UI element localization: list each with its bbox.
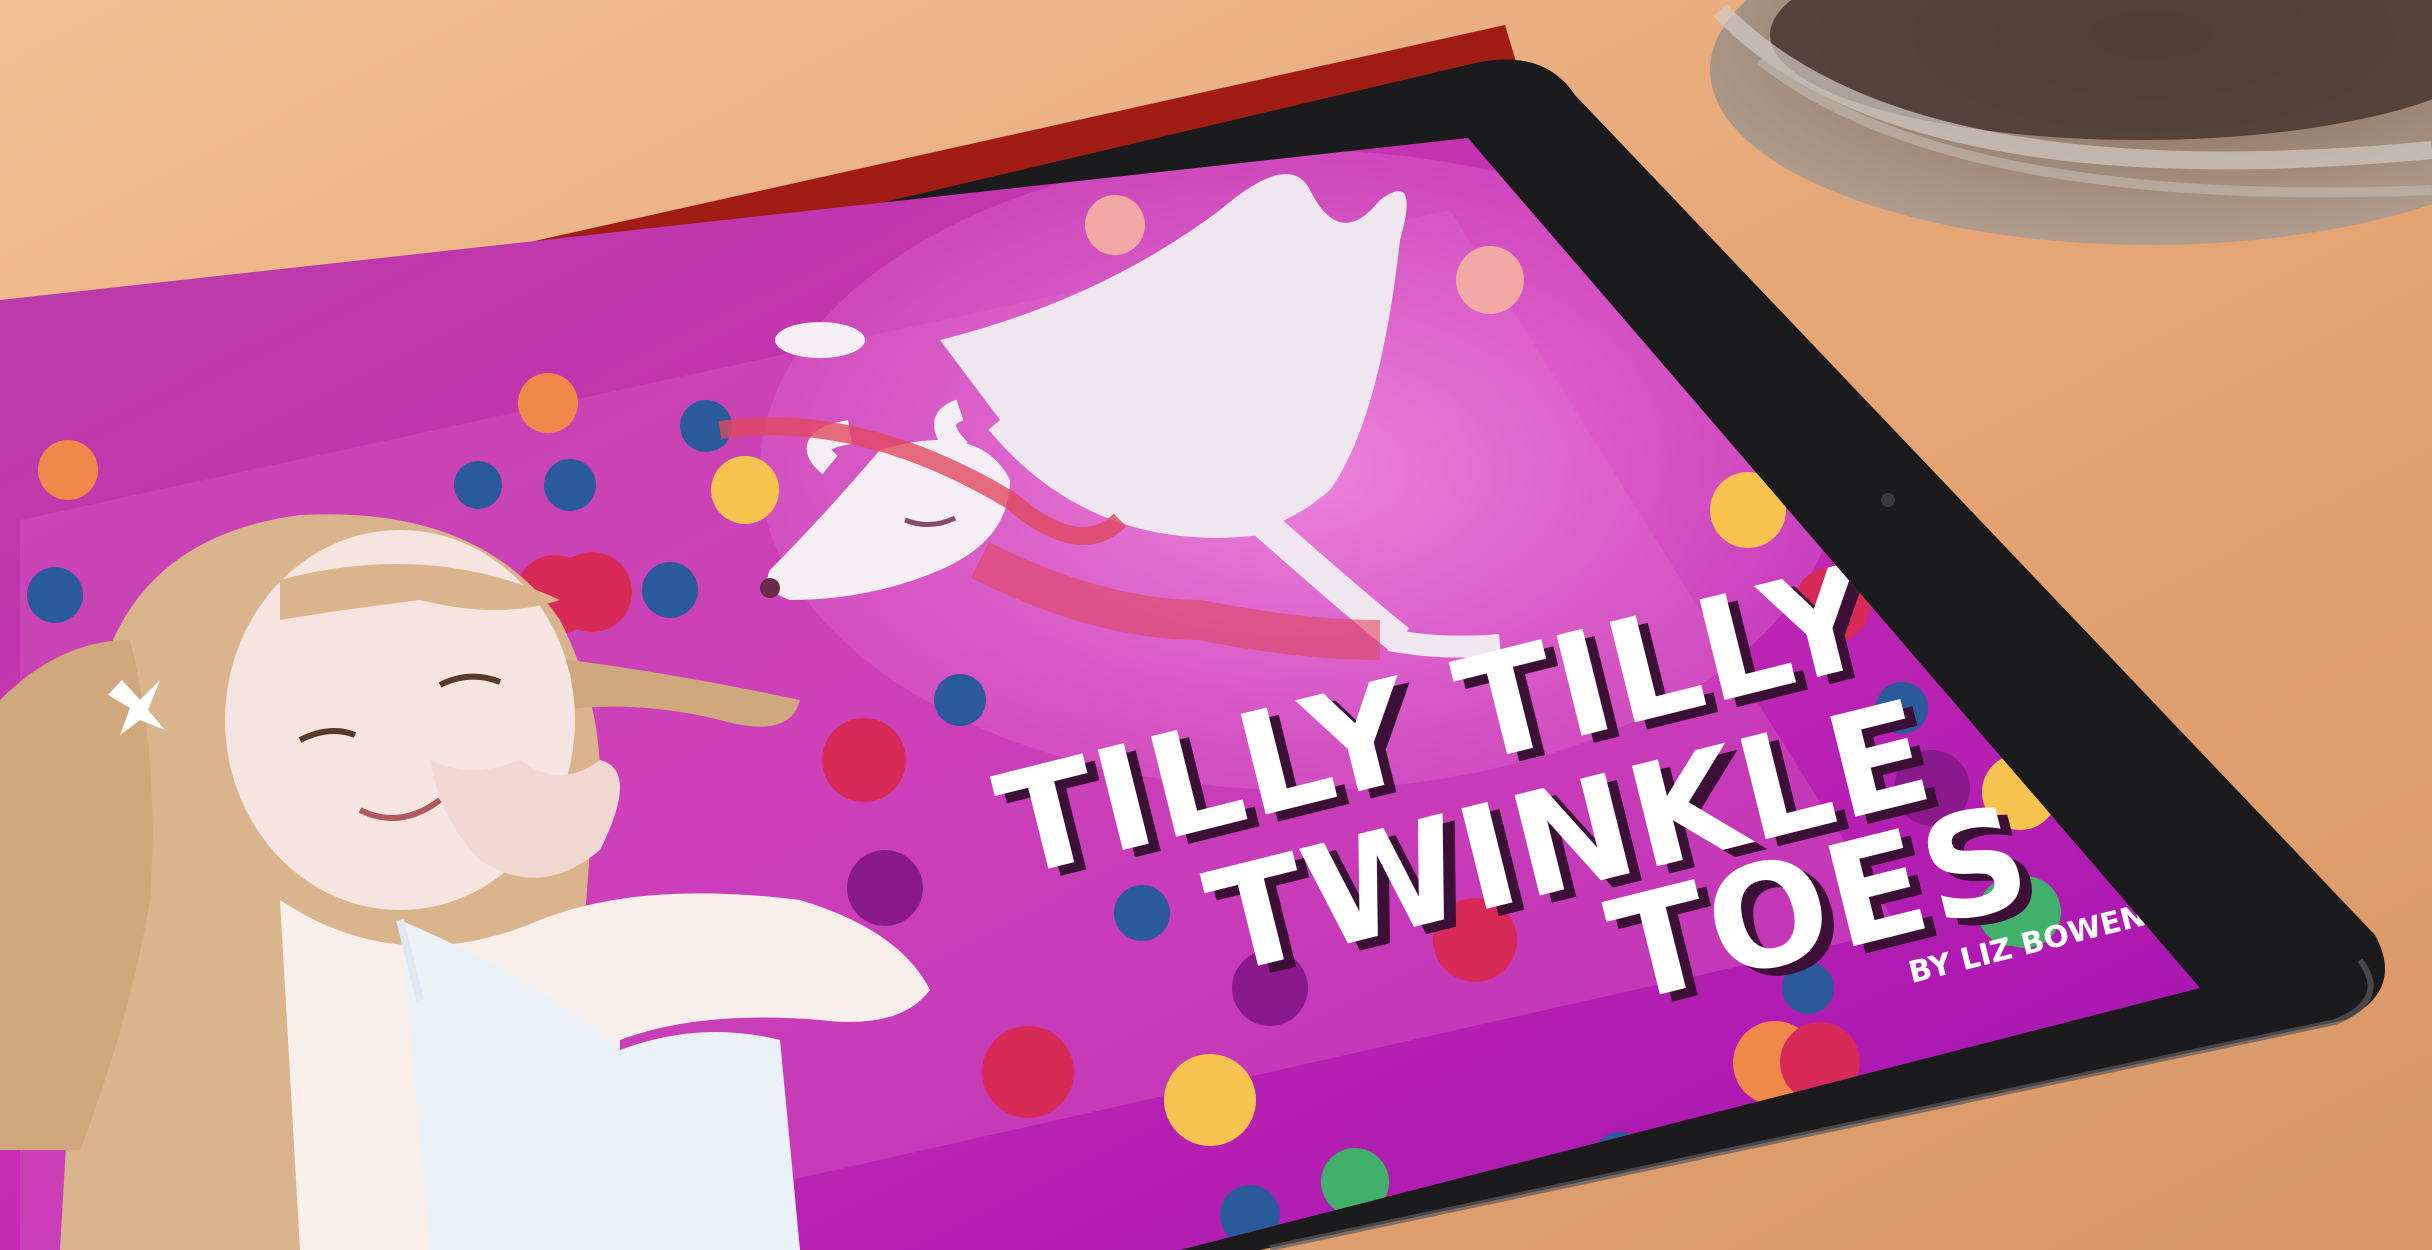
photo-scene: TILLY TILLY TILLY TILLY TWINKLE TWINKLE …	[0, 0, 2432, 1250]
front-camera-icon	[1881, 493, 1895, 507]
